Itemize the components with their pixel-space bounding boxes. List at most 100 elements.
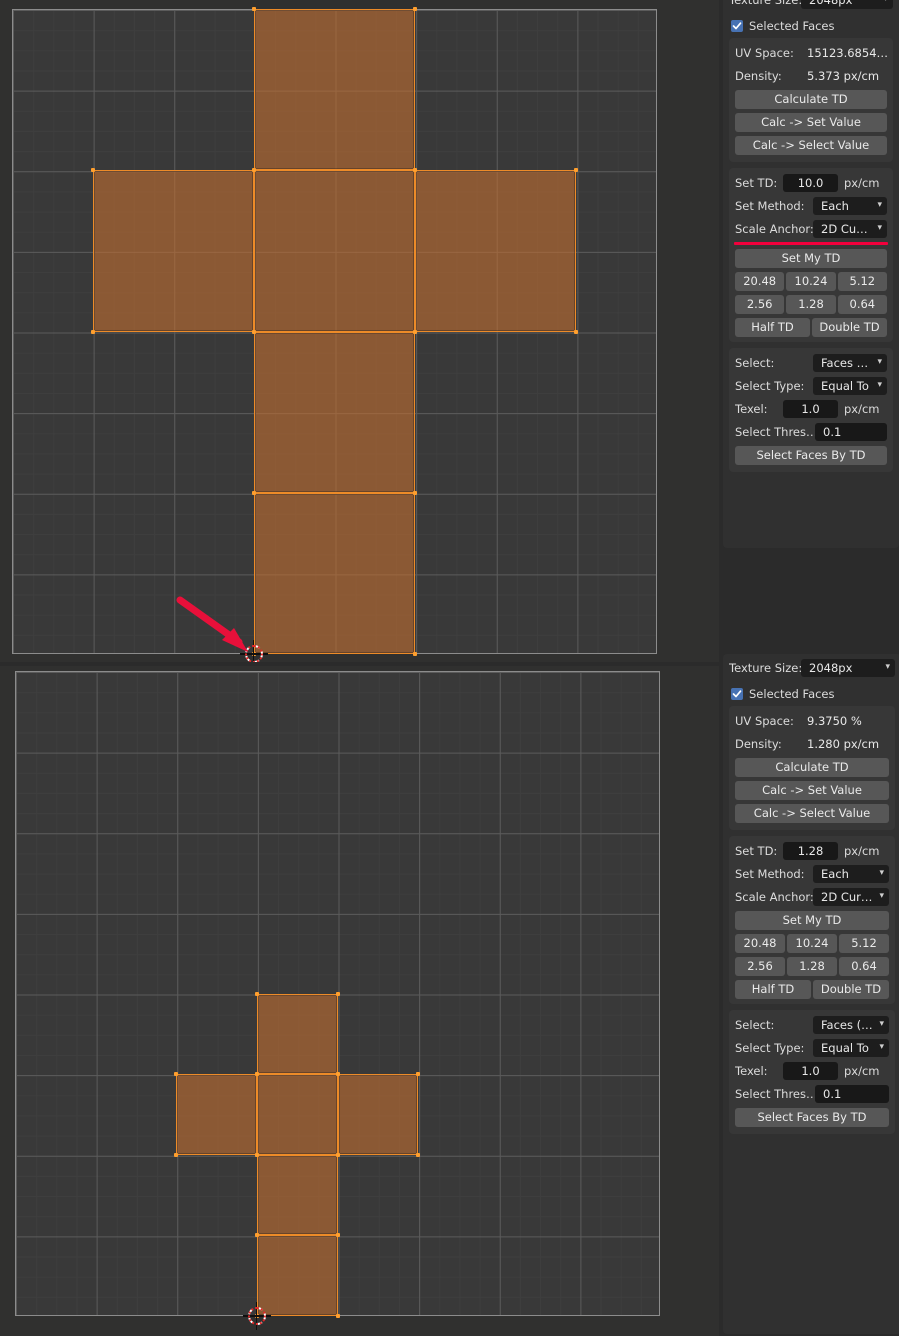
face-center[interactable] bbox=[256, 1074, 338, 1155]
select-faces-by-td-button[interactable]: Select Faces By TD bbox=[735, 1108, 889, 1127]
uv-space-value: 9.3750 % bbox=[807, 714, 862, 728]
face-top[interactable] bbox=[256, 993, 338, 1075]
scale-anchor-dropdown[interactable]: 2D Cursor ▾ bbox=[813, 220, 887, 238]
uv-vertex[interactable] bbox=[90, 168, 95, 173]
uv-vertex[interactable] bbox=[254, 1233, 259, 1238]
uv-vertex[interactable] bbox=[335, 1314, 340, 1318]
uv-vertex[interactable] bbox=[254, 991, 259, 996]
face-bottom-outer[interactable] bbox=[253, 492, 416, 654]
face-right[interactable] bbox=[337, 1074, 419, 1155]
uv-editor-viewport-top[interactable] bbox=[0, 0, 719, 662]
double-td-button[interactable]: Double TD bbox=[813, 980, 889, 999]
scale-anchor-row: Scale Anchor: 2D Cursor ▾ bbox=[735, 888, 889, 906]
half-td-button[interactable]: Half TD bbox=[735, 980, 811, 999]
calc-select-value-button[interactable]: Calc -> Select Value bbox=[735, 804, 889, 823]
calc-set-value-button[interactable]: Calc -> Set Value bbox=[735, 781, 889, 800]
texture-size-value: 2048px bbox=[809, 0, 853, 7]
texel-label: Texel: bbox=[735, 1064, 768, 1078]
checkbox-icon[interactable] bbox=[731, 688, 743, 700]
td-preset-5-12[interactable]: 5.12 bbox=[837, 272, 887, 291]
face-bottom-outer[interactable] bbox=[256, 1235, 338, 1316]
set-my-td-button[interactable]: Set My TD bbox=[735, 911, 889, 930]
uv-vertex[interactable] bbox=[174, 1152, 179, 1157]
set-td-input[interactable]: 1.28 bbox=[783, 842, 838, 860]
uv-vertex[interactable] bbox=[413, 168, 418, 173]
td-preset-2-56[interactable]: 2.56 bbox=[735, 957, 785, 976]
chevron-down-icon: ▾ bbox=[883, 0, 888, 9]
uv-vertex[interactable] bbox=[254, 1072, 259, 1077]
set-method-dropdown[interactable]: Each ▾ bbox=[813, 197, 887, 215]
set-td-label: Set TD: bbox=[735, 844, 778, 858]
half-td-button[interactable]: Half TD bbox=[735, 318, 810, 337]
td-preset-1-28[interactable]: 1.28 bbox=[786, 295, 836, 314]
texture-size-row: Texture Size: 2048px ▾ bbox=[723, 654, 899, 681]
td-preset-5-12[interactable]: 5.12 bbox=[839, 934, 889, 953]
select-dropdown[interactable]: Faces (B… ▾ bbox=[813, 1016, 889, 1034]
td-preset-0-64[interactable]: 0.64 bbox=[837, 295, 887, 314]
uv-vertex[interactable] bbox=[251, 7, 256, 11]
calc-set-value-button[interactable]: Calc -> Set Value bbox=[735, 113, 887, 132]
select-threshold-input[interactable]: 0.1 bbox=[815, 423, 887, 441]
texel-input[interactable]: 1.0 bbox=[783, 1062, 838, 1080]
uv-vertex[interactable] bbox=[413, 490, 418, 495]
uv-editor-viewport-bottom[interactable] bbox=[0, 666, 719, 1336]
face-top[interactable] bbox=[253, 9, 416, 171]
uv-vertex[interactable] bbox=[574, 329, 579, 334]
face-bottom[interactable] bbox=[256, 1154, 338, 1236]
td-preset-20-48[interactable]: 20.48 bbox=[735, 934, 785, 953]
uv-space-label: UV Space: bbox=[735, 46, 794, 60]
double-td-button[interactable]: Double TD bbox=[812, 318, 887, 337]
select-faces-by-td-button[interactable]: Select Faces By TD bbox=[735, 446, 887, 465]
uv-vertex[interactable] bbox=[254, 1152, 259, 1157]
td-preset-1-28[interactable]: 1.28 bbox=[787, 957, 837, 976]
uv-vertex[interactable] bbox=[574, 168, 579, 173]
scale-anchor-value: 2D Cursor bbox=[821, 222, 879, 236]
uv-vertex[interactable] bbox=[335, 991, 340, 996]
uv-space-row: UV Space: 15123.6854… bbox=[735, 44, 888, 62]
uv-vertex[interactable] bbox=[251, 652, 256, 656]
texel-input[interactable]: 1.0 bbox=[783, 400, 838, 418]
uv-vertex[interactable] bbox=[251, 490, 256, 495]
face-right[interactable] bbox=[415, 170, 577, 332]
uv-vertex[interactable] bbox=[251, 329, 256, 334]
select-dropdown[interactable]: Faces (B… ▾ bbox=[813, 354, 887, 372]
calc-select-value-button[interactable]: Calc -> Select Value bbox=[735, 136, 887, 155]
calculate-td-button[interactable]: Calculate TD bbox=[735, 758, 889, 777]
uv-vertex[interactable] bbox=[254, 1314, 259, 1318]
uv-vertex[interactable] bbox=[413, 7, 418, 11]
chevron-down-icon: ▾ bbox=[885, 662, 890, 672]
td-preset-20-48[interactable]: 20.48 bbox=[735, 272, 785, 291]
td-preset-0-64[interactable]: 0.64 bbox=[839, 957, 889, 976]
scale-anchor-dropdown[interactable]: 2D Cursor ▾ bbox=[813, 888, 889, 906]
uv-vertex[interactable] bbox=[416, 1152, 421, 1157]
texture-size-dropdown[interactable]: 2048px ▾ bbox=[801, 659, 895, 677]
td-preset-10-24[interactable]: 10.24 bbox=[787, 934, 837, 953]
td-preset-2-56[interactable]: 2.56 bbox=[735, 295, 785, 314]
uv-vertex[interactable] bbox=[335, 1233, 340, 1238]
uv-vertex[interactable] bbox=[413, 652, 418, 656]
face-left[interactable] bbox=[92, 170, 254, 332]
uv-vertex[interactable] bbox=[416, 1072, 421, 1077]
texture-size-dropdown[interactable]: 2048px ▾ bbox=[801, 0, 893, 9]
uv-vertex[interactable] bbox=[335, 1072, 340, 1077]
select-type-dropdown[interactable]: Equal To ▾ bbox=[813, 1039, 889, 1057]
uv-vertex[interactable] bbox=[413, 329, 418, 334]
selected-faces-toggle[interactable]: Selected Faces bbox=[723, 18, 899, 34]
set-td-input[interactable]: 10.0 bbox=[783, 174, 838, 192]
face-center[interactable] bbox=[253, 170, 416, 332]
texel-unit: px/cm bbox=[844, 402, 880, 416]
uv-vertex[interactable] bbox=[251, 168, 256, 173]
uv-vertex[interactable] bbox=[90, 329, 95, 334]
selected-faces-toggle[interactable]: Selected Faces bbox=[723, 686, 899, 702]
set-method-dropdown[interactable]: Each ▾ bbox=[813, 865, 889, 883]
set-my-td-button[interactable]: Set My TD bbox=[735, 249, 887, 268]
uv-vertex[interactable] bbox=[174, 1072, 179, 1077]
face-bottom[interactable] bbox=[253, 331, 416, 493]
calculate-td-button[interactable]: Calculate TD bbox=[735, 90, 887, 109]
td-preset-10-24[interactable]: 10.24 bbox=[786, 272, 836, 291]
select-type-dropdown[interactable]: Equal To ▾ bbox=[813, 377, 887, 395]
select-threshold-input[interactable]: 0.1 bbox=[815, 1085, 889, 1103]
face-left[interactable] bbox=[176, 1074, 257, 1155]
uv-vertex[interactable] bbox=[335, 1152, 340, 1157]
checkbox-icon[interactable] bbox=[731, 20, 743, 32]
